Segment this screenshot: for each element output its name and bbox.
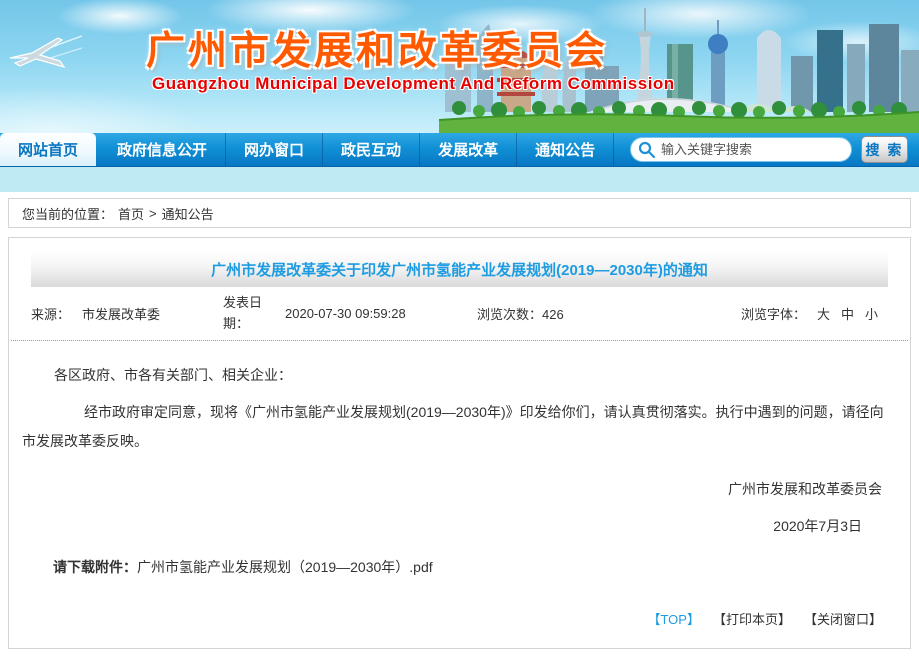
breadcrumb-current[interactable]: 通知公告 <box>162 204 214 223</box>
top-link[interactable]: 【TOP】 <box>647 609 700 628</box>
article-body: 各区政府、市各有关部门、相关企业： 经市政府审定同意，现将《广州市氢能产业发展规… <box>9 365 910 577</box>
meta-date-value: 2020-07-30 09:59:28 <box>285 306 477 321</box>
meta-font-label: 浏览字体： <box>741 304 806 323</box>
meta-views-value: 426 <box>542 307 564 322</box>
search-input[interactable] <box>630 137 852 162</box>
print-page-link[interactable]: 【打印本页】 <box>713 609 791 628</box>
search-icon <box>638 141 655 158</box>
nav-lower-strip <box>0 167 919 192</box>
close-window-link[interactable]: 【关闭窗口】 <box>804 609 882 628</box>
article-signature: 广州市发展和改革委员会 <box>9 479 910 499</box>
font-size-medium[interactable]: 中 <box>841 304 854 323</box>
article-meta-row: 来源： 市发展改革委 发表日期： 2020-07-30 09:59:28 浏览次数… <box>11 287 908 341</box>
font-size-large[interactable]: 大 <box>817 304 830 323</box>
article-sign-date: 2020年7月3日 <box>9 516 910 536</box>
paragraph-salutation: 各区政府、市各有关部门、相关企业： <box>23 365 896 385</box>
nav-tab-home[interactable]: 网站首页 <box>0 133 96 166</box>
breadcrumb: 您当前的位置： 首页 > 通知公告 <box>8 198 911 228</box>
meta-date-label-cell: 发表日期： <box>223 293 285 333</box>
site-subtitle-english: Guangzhou Municipal Development And Refo… <box>152 74 675 94</box>
article-container: 广州市发展改革委关于印发广州市氢能产业发展规划(2019—2030年)的通知 来… <box>8 237 911 649</box>
font-size-small[interactable]: 小 <box>865 304 878 323</box>
article-title: 广州市发展改革委关于印发广州市氢能产业发展规划(2019—2030年)的通知 <box>211 259 708 280</box>
airplane-icon <box>4 30 82 92</box>
search-button[interactable]: 搜 索 <box>861 136 908 163</box>
search-box <box>630 137 852 162</box>
meta-date-label: 发表日期： <box>223 293 268 333</box>
meta-views: 浏览次数：426 <box>477 304 732 323</box>
meta-source-label: 来源： <box>31 307 70 322</box>
meta-views-label: 浏览次数： <box>477 307 542 322</box>
article-title-bar: 广州市发展改革委关于印发广州市氢能产业发展规划(2019—2030年)的通知 <box>31 251 888 287</box>
meta-source-value: 市发展改革委 <box>82 307 160 322</box>
search-area: 搜 索 <box>630 133 919 166</box>
breadcrumb-separator: > <box>149 206 157 221</box>
site-banner: 广州市发展和改革委员会 Guangzhou Municipal Developm… <box>0 0 919 133</box>
meta-font-size-controls: 浏览字体： 大 中 小 <box>741 304 908 323</box>
breadcrumb-home-link[interactable]: 首页 <box>118 204 144 223</box>
nav-tab-development-reform[interactable]: 发展改革 <box>420 133 517 166</box>
article-footer-links: 【TOP】 【打印本页】 【关闭窗口】 <box>647 609 882 628</box>
site-title: 广州市发展和改革委员会 <box>146 20 608 76</box>
attachment-label: 请下载附件： <box>53 559 137 575</box>
paragraph-body: 经市政府审定同意，现将《广州市氢能产业发展规划(2019—2030年)》印发给你… <box>22 398 897 455</box>
meta-source: 来源： 市发展改革委 <box>11 304 223 323</box>
nav-tab-online-window[interactable]: 网办窗口 <box>226 133 323 166</box>
main-navigation: 网站首页 政府信息公开 网办窗口 政民互动 发展改革 通知公告 搜 索 <box>0 133 919 167</box>
attachment-file-link[interactable]: 广州市氢能产业发展规划（2019—2030年）.pdf <box>137 559 433 575</box>
nav-tab-gov-info[interactable]: 政府信息公开 <box>99 133 226 166</box>
breadcrumb-prefix: 您当前的位置： <box>22 204 113 223</box>
nav-tab-notices[interactable]: 通知公告 <box>517 133 614 166</box>
nav-tab-interaction[interactable]: 政民互动 <box>323 133 420 166</box>
attachment-row: 请下载附件：广州市氢能产业发展规划（2019—2030年）.pdf <box>9 557 910 577</box>
